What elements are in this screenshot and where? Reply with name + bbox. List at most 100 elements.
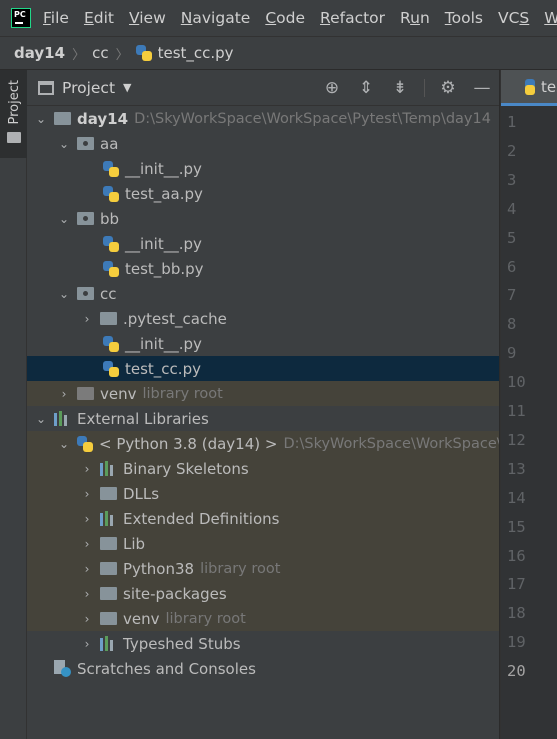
menu-window[interactable]: Wi bbox=[544, 9, 557, 27]
python-file-icon bbox=[103, 185, 119, 202]
menu-file[interactable]: File bbox=[43, 9, 69, 27]
chevron-down-icon[interactable]: ⌄ bbox=[57, 437, 71, 451]
menu-refactor[interactable]: Refactor bbox=[320, 9, 385, 27]
locate-file-icon[interactable]: ⊕ bbox=[315, 70, 349, 106]
expand-all-icon[interactable]: ⇕ bbox=[349, 70, 383, 106]
editor-tab-test-cc[interactable]: tes bbox=[501, 70, 557, 106]
tree-label: < Python 3.8 (day14) > bbox=[99, 434, 278, 453]
tree-node-bb[interactable]: ⌄ bb bbox=[27, 206, 499, 231]
sdk-path: D:\SkyWorkSpace\WorkSpace\Pytest\Temp bbox=[283, 435, 499, 452]
tree-node-day14[interactable]: ⌄ day14 D:\SkyWorkSpace\WorkSpace\Pytest… bbox=[27, 106, 499, 131]
tree-label: cc bbox=[100, 284, 117, 303]
chevron-right-icon[interactable]: › bbox=[80, 462, 94, 476]
tree-label: Lib bbox=[123, 534, 146, 553]
tree-node-lib[interactable]: › Lib bbox=[27, 531, 499, 556]
project-tree: ⌄ day14 D:\SkyWorkSpace\WorkSpace\Pytest… bbox=[27, 106, 499, 681]
tree-node-test-bb[interactable]: test_bb.py bbox=[27, 256, 499, 281]
folder-icon bbox=[100, 612, 117, 625]
tree-node-python-sdk[interactable]: ⌄ < Python 3.8 (day14) > D:\SkyWorkSpace… bbox=[27, 431, 499, 456]
tree-label: External Libraries bbox=[77, 409, 209, 428]
chevron-right-icon[interactable]: › bbox=[80, 487, 94, 501]
collapse-all-icon[interactable]: ⇟ bbox=[383, 70, 417, 106]
project-panel: Project ▼ ⊕ ⇕ ⇟ ⚙ — ⌄ day14 D:\SkyWorkSp… bbox=[27, 70, 499, 739]
chevron-right-icon[interactable]: › bbox=[80, 637, 94, 651]
line-number: 14 bbox=[507, 488, 526, 507]
menu-run[interactable]: Run bbox=[400, 9, 430, 27]
tree-node-venv-lib[interactable]: › venv library root bbox=[27, 606, 499, 631]
tree-label: Extended Definitions bbox=[123, 509, 280, 528]
chevron-down-icon[interactable]: ⌄ bbox=[57, 287, 71, 301]
breadcrumb-project[interactable]: day14 bbox=[14, 44, 65, 62]
tree-node-binary-skeletons[interactable]: › Binary Skeletons bbox=[27, 456, 499, 481]
chevron-right-icon[interactable]: › bbox=[80, 312, 94, 326]
chevron-right-icon[interactable]: › bbox=[80, 612, 94, 626]
tree-node-external-libraries[interactable]: ⌄ External Libraries bbox=[27, 406, 499, 431]
library-root-hint: library root bbox=[165, 610, 246, 627]
breadcrumb-separator-icon: 〉 bbox=[72, 47, 86, 63]
python-file-icon bbox=[103, 260, 119, 277]
tree-node-bb-init[interactable]: __init__.py bbox=[27, 231, 499, 256]
python-file-icon bbox=[519, 78, 535, 95]
pycharm-logo-icon: PC bbox=[11, 8, 31, 28]
breadcrumb-separator-icon: 〉 bbox=[115, 47, 129, 63]
folder-icon bbox=[100, 562, 117, 575]
chevron-right-icon[interactable]: › bbox=[57, 387, 71, 401]
chevron-down-icon[interactable]: ⌄ bbox=[57, 212, 71, 226]
project-tool-window-tab[interactable]: Project bbox=[0, 70, 27, 158]
tree-node-aa[interactable]: ⌄ aa bbox=[27, 131, 499, 156]
python-file-icon bbox=[103, 235, 119, 252]
tree-label: test_aa.py bbox=[125, 184, 203, 203]
menu-bar: PC File Edit View Navigate Code Refactor… bbox=[0, 0, 557, 36]
tree-label: Binary Skeletons bbox=[123, 459, 249, 478]
tree-label: venv bbox=[123, 609, 160, 628]
line-number: 15 bbox=[507, 517, 526, 536]
menu-edit[interactable]: Edit bbox=[84, 9, 114, 27]
package-folder-icon bbox=[77, 287, 94, 300]
folder-icon bbox=[100, 587, 117, 600]
menu-view[interactable]: View bbox=[129, 9, 166, 27]
line-number: 2 bbox=[507, 141, 517, 160]
tree-node-typeshed-stubs[interactable]: › Typeshed Stubs bbox=[27, 631, 499, 656]
tool-window-stripe: Project bbox=[0, 70, 27, 739]
menu-vcs[interactable]: VCS bbox=[498, 9, 529, 27]
tree-node-aa-init[interactable]: __init__.py bbox=[27, 156, 499, 181]
chevron-right-icon[interactable]: › bbox=[80, 587, 94, 601]
dropdown-caret-icon[interactable]: ▼ bbox=[123, 81, 131, 94]
tree-node-extended-definitions[interactable]: › Extended Definitions bbox=[27, 506, 499, 531]
tree-node-python38[interactable]: › Python38 library root bbox=[27, 556, 499, 581]
chevron-down-icon[interactable]: ⌄ bbox=[57, 137, 71, 151]
tree-node-test-aa[interactable]: test_aa.py bbox=[27, 181, 499, 206]
tree-node-dlls[interactable]: › DLLs bbox=[27, 481, 499, 506]
hide-panel-icon[interactable]: — bbox=[465, 70, 499, 106]
breadcrumb-file[interactable]: test_cc.py bbox=[158, 44, 234, 62]
menu-tools[interactable]: Tools bbox=[445, 9, 483, 27]
line-number: 16 bbox=[507, 546, 526, 565]
chevron-right-icon[interactable]: › bbox=[80, 562, 94, 576]
tree-node-site-packages[interactable]: › site-packages bbox=[27, 581, 499, 606]
folder-icon bbox=[7, 132, 21, 143]
gear-icon[interactable]: ⚙ bbox=[431, 70, 465, 106]
menu-code[interactable]: Code bbox=[265, 9, 305, 27]
line-number: 12 bbox=[507, 430, 526, 449]
tree-node-pytest-cache[interactable]: › .pytest_cache bbox=[27, 306, 499, 331]
tree-node-cc[interactable]: ⌄ cc bbox=[27, 281, 499, 306]
library-root-hint: library root bbox=[142, 385, 223, 402]
tree-node-scratches[interactable]: Scratches and Consoles bbox=[27, 656, 499, 681]
chevron-right-icon[interactable]: › bbox=[80, 512, 94, 526]
tree-label: __init__.py bbox=[125, 334, 202, 353]
tree-label: day14 bbox=[77, 109, 129, 128]
menu-navigate[interactable]: Navigate bbox=[181, 9, 251, 27]
chevron-down-icon[interactable]: ⌄ bbox=[34, 112, 48, 126]
line-number: 11 bbox=[507, 402, 526, 420]
tree-node-venv[interactable]: › venv library root bbox=[27, 381, 499, 406]
chevron-right-icon[interactable]: › bbox=[80, 537, 94, 551]
project-view-selector[interactable]: Project bbox=[62, 79, 115, 97]
tree-node-test-cc[interactable]: test_cc.py bbox=[27, 356, 499, 381]
breadcrumb-folder[interactable]: cc bbox=[92, 44, 109, 62]
package-folder-icon bbox=[77, 137, 94, 150]
tree-label: __init__.py bbox=[125, 159, 202, 178]
tree-node-cc-init[interactable]: __init__.py bbox=[27, 331, 499, 356]
project-stripe-label: Project bbox=[7, 80, 22, 125]
chevron-down-icon[interactable]: ⌄ bbox=[34, 412, 48, 426]
tree-label: venv bbox=[100, 384, 137, 403]
